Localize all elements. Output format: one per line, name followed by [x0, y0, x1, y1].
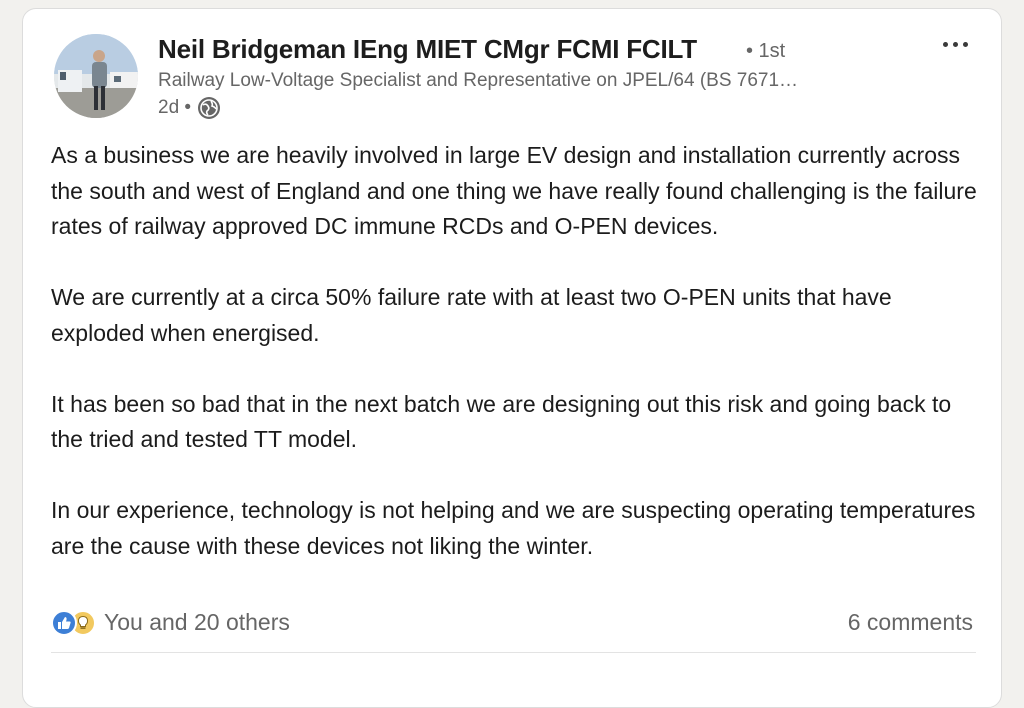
globe-icon — [197, 96, 221, 120]
dot — [962, 41, 968, 47]
author-avatar[interactable] — [54, 34, 138, 118]
author-name[interactable]: Neil Bridgeman IEng MIET CMgr FCMI FCILT — [158, 34, 697, 65]
post-time: 2d • — [158, 97, 192, 118]
post-paragraph: In our experience, technology is not hel… — [51, 497, 976, 559]
dot — [952, 41, 958, 47]
avatar-photo — [54, 34, 138, 118]
reactions-count: You and 20 others — [104, 609, 290, 635]
post-paragraph: It has been so bad that in the next batc… — [51, 390, 952, 453]
reactions-summary[interactable]: You and 20 others — [51, 609, 290, 636]
post-meta: 2d • — [158, 96, 221, 120]
post-paragraph: We are currently at a circa 50% failure … — [51, 284, 892, 346]
post-paragraph: As a business we are heavily involved in… — [51, 142, 977, 239]
more-options-icon[interactable] — [933, 27, 977, 61]
post-card: Neil Bridgeman IEng MIET CMgr FCMI FCILT… — [22, 8, 1002, 708]
dot — [942, 41, 948, 47]
like-icon — [51, 609, 77, 636]
post-body: As a business we are heavily involved in… — [51, 138, 986, 564]
author-headline: Railway Low-Voltage Specialist and Repre… — [158, 70, 799, 91]
comments-count[interactable]: 6 comments — [848, 609, 973, 636]
divider — [51, 652, 976, 653]
connection-degree: • 1st — [746, 40, 786, 62]
